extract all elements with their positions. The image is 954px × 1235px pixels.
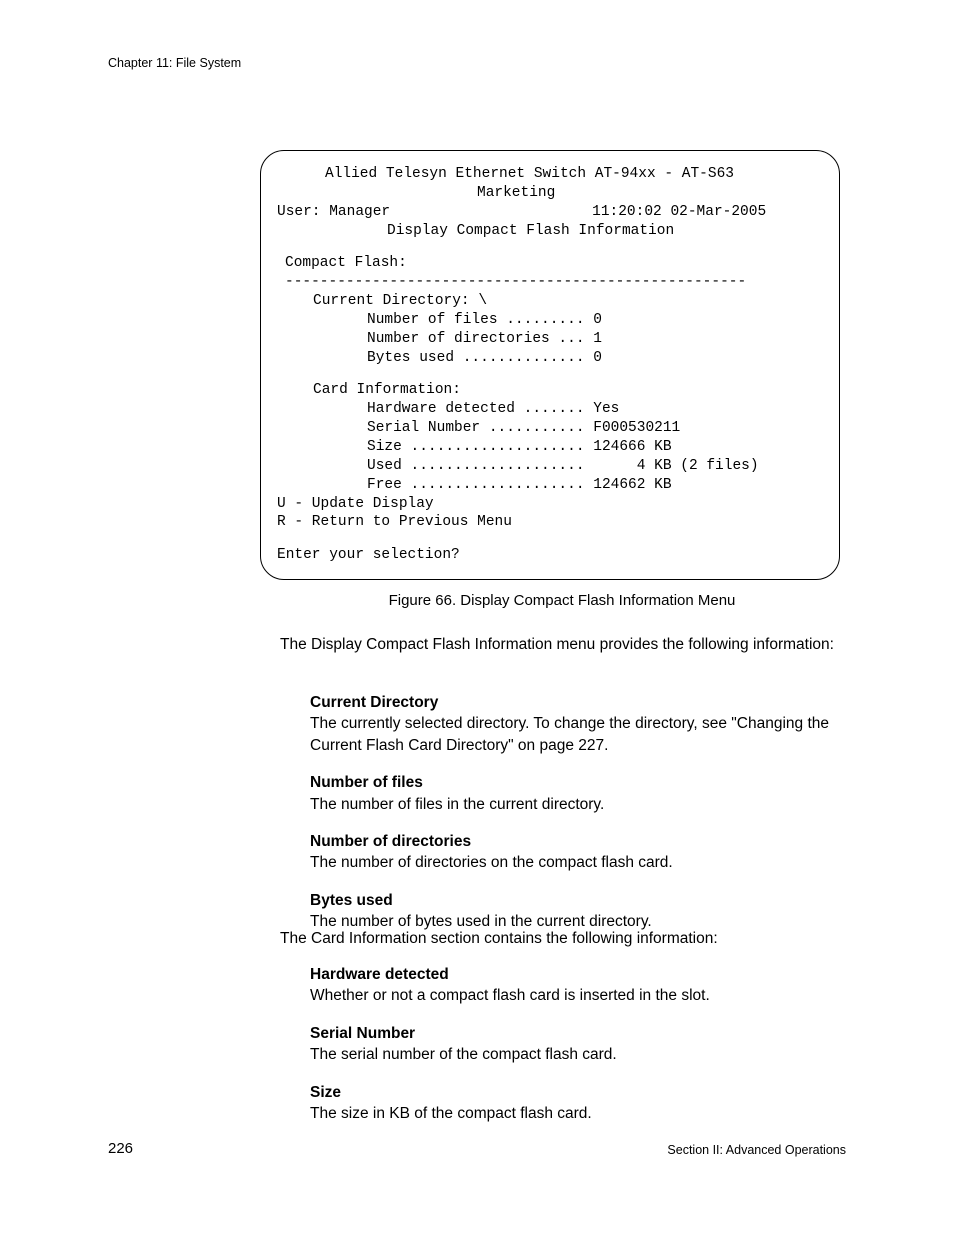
menu-option: U - Update Display [277, 495, 823, 514]
def-term: Hardware detected [310, 964, 840, 985]
def-desc: The size in KB of the compact flash card… [310, 1103, 840, 1124]
def-term: Size [310, 1082, 840, 1103]
def-desc: The serial number of the compact flash c… [310, 1044, 840, 1065]
page-number: 226 [108, 1140, 133, 1157]
def-desc: The number of directories on the compact… [310, 852, 840, 873]
def-term: Current Directory [310, 692, 840, 713]
def-term: Number of directories [310, 831, 840, 852]
def-term: Serial Number [310, 1023, 840, 1044]
terminal-title-line2: Marketing [277, 184, 823, 203]
terminal-user-row: User: Manager 11:20:02 02-Mar-2005 [277, 203, 823, 222]
def-term: Number of files [310, 772, 840, 793]
terminal-display: Allied Telesyn Ethernet Switch AT-94xx -… [260, 150, 840, 580]
definition-list-2: Hardware detected Whether or not a compa… [310, 964, 840, 1140]
card-intro-paragraph: The Card Information section contains th… [280, 930, 840, 948]
def-desc: Whether or not a compact flash card is i… [310, 985, 840, 1006]
def-term: Bytes used [310, 890, 840, 911]
card-line: Used .................... 4 KB (2 files) [277, 457, 823, 476]
definition-list-1: Current Directory The currently selected… [310, 692, 840, 948]
divider: ----------------------------------------… [277, 273, 823, 292]
chapter-header: Chapter 11: File System [108, 56, 241, 70]
section-label: Section II: Advanced Operations [667, 1143, 846, 1157]
def-desc: The number of files in the current direc… [310, 794, 840, 815]
user-label: User: Manager [277, 204, 390, 220]
timestamp: 11:20:02 02-Mar-2005 [592, 204, 766, 220]
curdir-line: Bytes used .............. 0 [277, 349, 823, 368]
menu-option: R - Return to Previous Menu [277, 513, 823, 532]
card-heading: Card Information: [277, 381, 823, 400]
def-desc: The currently selected directory. To cha… [310, 713, 840, 756]
section-heading: Compact Flash: [277, 254, 823, 273]
card-line: Hardware detected ....... Yes [277, 400, 823, 419]
terminal-title-line1: Allied Telesyn Ethernet Switch AT-94xx -… [277, 165, 823, 184]
screen-title: Display Compact Flash Information [277, 222, 823, 241]
card-line: Serial Number ........... F000530211 [277, 419, 823, 438]
figure-caption: Figure 66. Display Compact Flash Informa… [0, 592, 954, 609]
curdir-heading: Current Directory: \ [277, 292, 823, 311]
card-line: Size .................... 124666 KB [277, 438, 823, 457]
curdir-line: Number of files ......... 0 [277, 311, 823, 330]
prompt: Enter your selection? [277, 546, 823, 565]
curdir-line: Number of directories ... 1 [277, 330, 823, 349]
intro-paragraph: The Display Compact Flash Information me… [280, 634, 840, 656]
card-line: Free .................... 124662 KB [277, 476, 823, 495]
